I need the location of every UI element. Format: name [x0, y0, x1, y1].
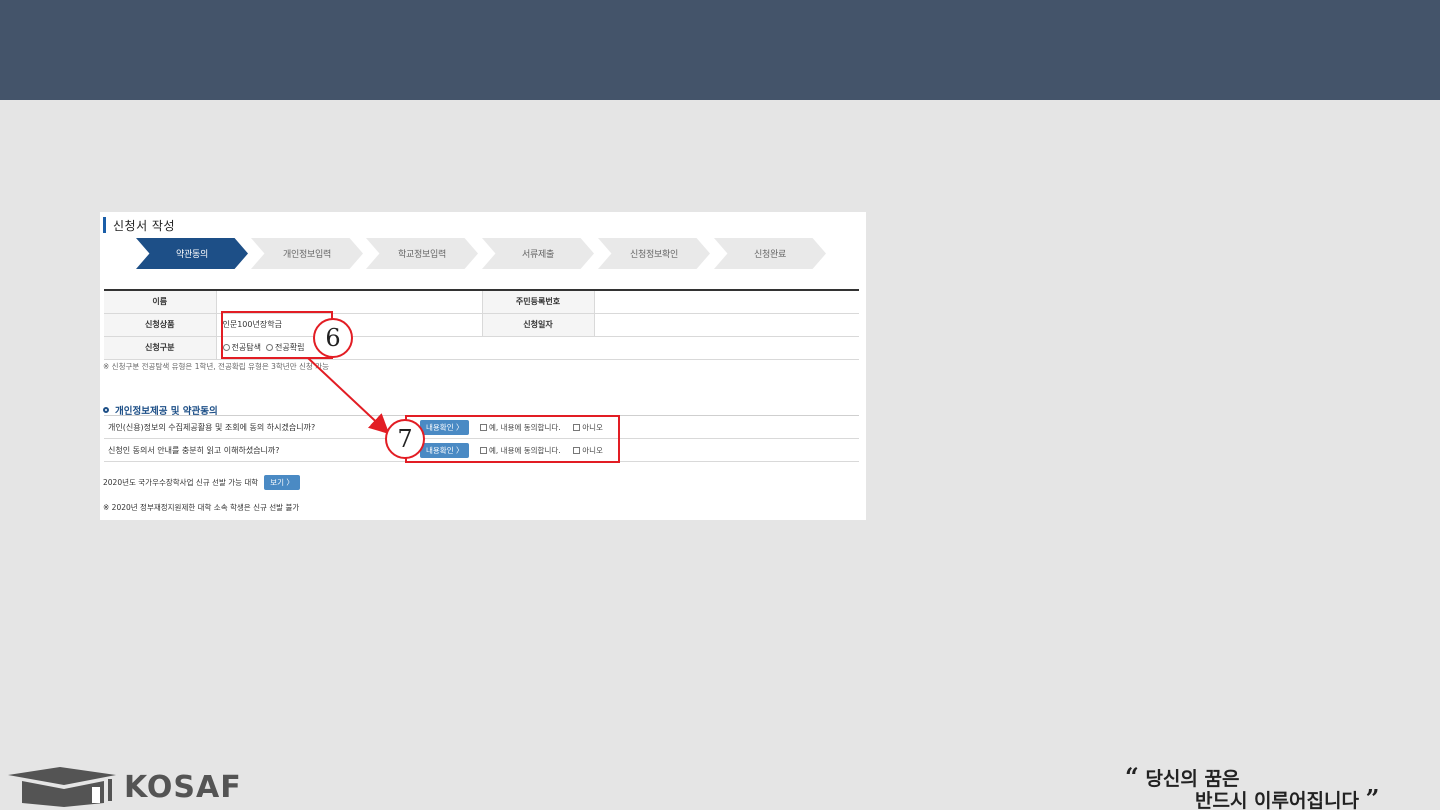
marker-7: 7: [385, 419, 425, 459]
logo-text: KOSAF: [124, 769, 242, 805]
marker-6: 6: [313, 318, 353, 358]
slogan-line-2: 반드시 이루어집니다: [1195, 790, 1359, 810]
kosaf-logo: KOSAF: [8, 767, 242, 807]
quote-open-mark: “: [1125, 762, 1139, 791]
graduation-cap-icon: [8, 767, 116, 807]
annotation-arrow: [307, 357, 390, 435]
slogan-quote: “ 당신의 꿈은 반드시 이루어집니다 ”: [1125, 762, 1435, 810]
quote-close-mark: ”: [1365, 784, 1380, 810]
